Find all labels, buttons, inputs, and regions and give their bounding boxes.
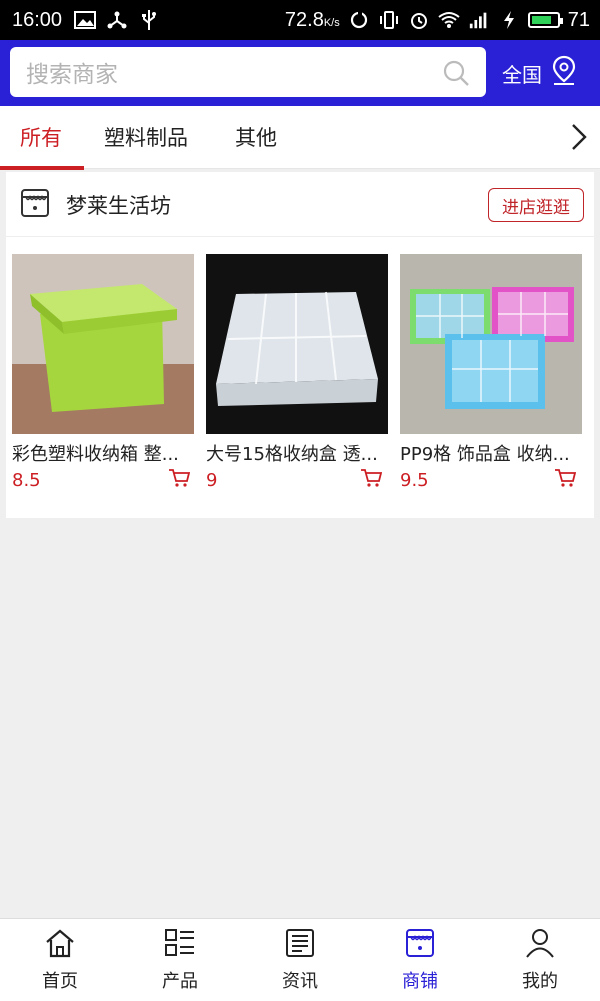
speed-unit: K/s xyxy=(323,16,340,29)
speed-value: 72.8 xyxy=(284,8,324,31)
product-item[interactable]: 大号15格收纳盒 透... 9 xyxy=(206,254,388,491)
cart-icon[interactable] xyxy=(554,468,577,492)
product-image[interactable] xyxy=(12,254,194,434)
tab-all[interactable]: 所有 xyxy=(20,122,62,152)
charging-icon xyxy=(498,11,520,29)
region-selector[interactable]: 全国 xyxy=(502,55,578,92)
region-label: 全国 xyxy=(502,63,542,87)
product-title[interactable]: 彩色塑料收纳箱 整... xyxy=(12,440,194,466)
battery-icon xyxy=(527,12,563,28)
nav-home[interactable]: 首页 xyxy=(0,919,120,1001)
nav-products[interactable]: 产品 xyxy=(120,919,240,1001)
product-price: 8.5 xyxy=(12,470,41,491)
nav-mine-label: 我的 xyxy=(522,970,558,992)
grid-list-icon xyxy=(164,928,196,963)
status-bar: 16:00 72.8K/s 71 xyxy=(0,0,600,40)
share-icon xyxy=(106,11,128,29)
product-item[interactable]: 彩色塑料收纳箱 整... 8.5 xyxy=(12,254,194,491)
news-icon xyxy=(284,928,316,963)
status-left-icons xyxy=(74,10,160,30)
status-time: 16:00 xyxy=(12,8,63,31)
network-speed: 72.8K/s xyxy=(285,9,340,32)
shop-header: 梦莱生活坊 进店逛逛 xyxy=(6,172,594,237)
cart-icon[interactable] xyxy=(168,468,191,492)
shop-card: 梦莱生活坊 进店逛逛 彩色塑料收纳箱 整... 8.5 大号15格收纳盒 透..… xyxy=(6,172,594,518)
wifi-icon xyxy=(438,11,460,29)
nav-mine[interactable]: 我的 xyxy=(480,919,600,1001)
user-icon xyxy=(524,928,556,963)
search-header: 搜索商家 全国 xyxy=(0,40,600,106)
alarm-icon xyxy=(408,11,430,29)
search-placeholder: 搜索商家 xyxy=(26,62,118,88)
visit-shop-button[interactable]: 进店逛逛 xyxy=(488,188,584,222)
store-icon xyxy=(20,188,50,222)
nav-home-label: 首页 xyxy=(42,970,78,992)
nav-stores-label: 商铺 xyxy=(402,970,438,992)
product-image[interactable] xyxy=(206,254,388,434)
nav-news[interactable]: 资讯 xyxy=(240,919,360,1001)
nav-stores[interactable]: 商铺 xyxy=(360,919,480,1001)
usb-icon xyxy=(138,10,160,30)
product-title[interactable]: PP9格 饰品盒 收纳... xyxy=(400,440,582,466)
nav-news-label: 资讯 xyxy=(282,970,318,992)
store-icon xyxy=(404,928,436,963)
product-title[interactable]: 大号15格收纳盒 透... xyxy=(206,440,388,466)
status-right: 72.8K/s 71 xyxy=(285,9,590,32)
sync-icon xyxy=(348,11,370,29)
search-input[interactable]: 搜索商家 xyxy=(10,47,486,97)
nav-products-label: 产品 xyxy=(162,970,198,992)
battery-level: 71 xyxy=(567,8,590,31)
active-tab-indicator xyxy=(0,166,84,170)
home-icon xyxy=(44,928,76,963)
image-icon xyxy=(74,11,97,29)
product-item[interactable]: PP9格 饰品盒 收纳... 9.5 xyxy=(400,254,582,491)
tab-plastic-products[interactable]: 塑料制品 xyxy=(104,122,188,152)
signal-4g-icon xyxy=(468,11,490,29)
category-tabs: 所有 塑料制品 其他 xyxy=(0,106,600,170)
location-pin-icon xyxy=(550,55,578,92)
shop-name: 梦莱生活坊 xyxy=(66,194,171,218)
vibrate-icon xyxy=(378,11,400,29)
bottom-nav: 首页 产品 资讯 商铺 我的 xyxy=(0,918,600,1001)
cart-icon[interactable] xyxy=(360,468,383,492)
product-image[interactable] xyxy=(400,254,582,434)
tab-other[interactable]: 其他 xyxy=(235,122,277,152)
search-icon[interactable] xyxy=(442,59,470,91)
chevron-right-icon[interactable] xyxy=(570,122,588,156)
